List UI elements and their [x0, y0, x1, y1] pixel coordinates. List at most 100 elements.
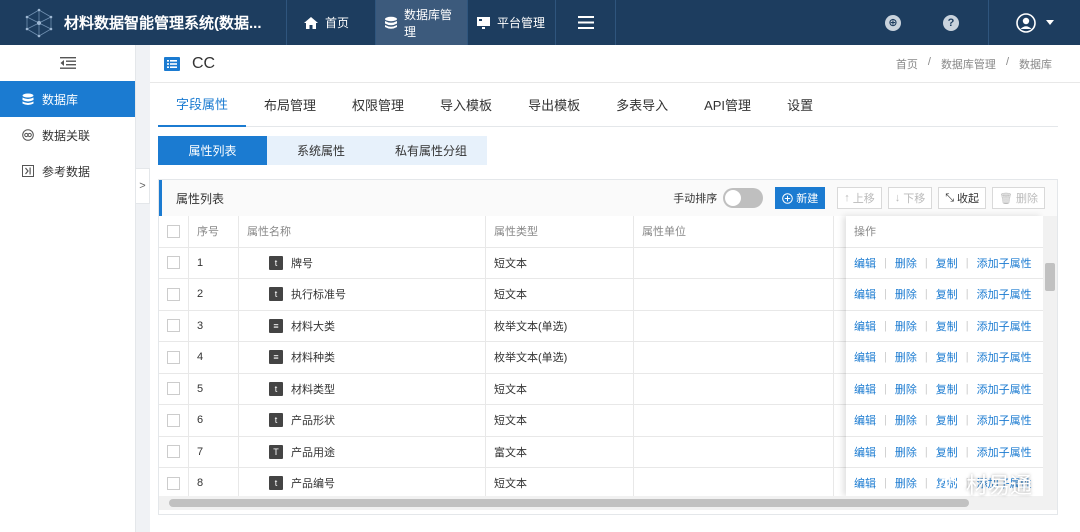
brand[interactable]: 材料数据智能管理系统(数据...	[0, 0, 287, 45]
edit-link[interactable]: 编辑	[854, 444, 876, 460]
delete-button[interactable]: 🗑︎ 删除	[992, 187, 1045, 209]
tab-export-template[interactable]: 导出模板	[510, 83, 598, 127]
row-name-cell: t 产品形状	[239, 405, 486, 436]
edit-link[interactable]: 编辑	[854, 381, 876, 397]
delete-link[interactable]: 删除	[895, 255, 917, 271]
row-unit	[634, 468, 834, 496]
move-up-button[interactable]: ↑ 上移	[837, 187, 882, 209]
row-checkbox[interactable]	[167, 413, 180, 427]
select-all-checkbox[interactable]	[167, 224, 180, 238]
copy-link[interactable]: 复制	[936, 444, 958, 460]
delete-link[interactable]: 删除	[895, 444, 917, 460]
field-type-icon: ≡	[269, 318, 283, 333]
new-button[interactable]: 新建	[775, 187, 826, 209]
move-down-button[interactable]: ↓ 下移	[887, 187, 933, 209]
tab-field-attributes[interactable]: 字段属性	[158, 83, 247, 127]
copy-link[interactable]: 复制	[936, 381, 958, 397]
col-header-name: 属性名称	[239, 216, 486, 247]
edit-link[interactable]: 编辑	[854, 349, 876, 365]
edit-link[interactable]: 编辑	[854, 412, 876, 428]
row-name: 执行标准号	[291, 289, 346, 302]
manual-sort-toggle[interactable]	[723, 188, 764, 208]
edit-link[interactable]: 编辑	[854, 286, 876, 302]
edit-link[interactable]: 编辑	[854, 255, 876, 271]
row-checkbox[interactable]	[167, 350, 180, 364]
row-checkbox[interactable]	[167, 382, 180, 396]
language-button[interactable]: ⊕	[864, 0, 922, 45]
row-seq: 4	[189, 342, 239, 373]
row-checkbox[interactable]	[167, 287, 180, 301]
tab-permission-management[interactable]: 权限管理	[334, 83, 422, 127]
row-checkbox[interactable]	[167, 256, 180, 270]
horizontal-scrollbar[interactable]	[159, 496, 1057, 510]
ops-separator: |	[965, 319, 969, 332]
ops-row: 编辑 | 删除 | 复制 | 添加子属性	[846, 374, 1043, 405]
subtab-system-attributes[interactable]: 系统属性	[267, 136, 375, 165]
collapse-arrows-icon: ⤡	[945, 191, 955, 204]
add-child-attribute-link[interactable]: 添加子属性	[977, 318, 1032, 334]
breadcrumb-database-management[interactable]: 数据库管理	[941, 56, 996, 72]
nav-platform-management[interactable]: 平台管理	[468, 0, 556, 45]
edit-link[interactable]: 编辑	[854, 475, 876, 491]
sidebar-item-data-link[interactable]: 数据关联	[0, 117, 135, 153]
row-select-cell	[159, 247, 189, 278]
add-child-attribute-link[interactable]: 添加子属性	[977, 381, 1032, 397]
row-name: 牌号	[291, 257, 313, 270]
add-child-attribute-link[interactable]: 添加子属性	[977, 286, 1032, 302]
link-icon	[22, 129, 34, 141]
help-button[interactable]: ?	[922, 0, 980, 45]
tab-layout-management[interactable]: 布局管理	[246, 83, 334, 127]
copy-link[interactable]: 复制	[936, 412, 958, 428]
edit-link[interactable]: 编辑	[854, 318, 876, 334]
subtab-attribute-list[interactable]: 属性列表	[158, 136, 267, 165]
ops-separator: |	[924, 351, 928, 364]
collapse-label: 收起	[957, 193, 980, 205]
add-child-attribute-link[interactable]: 添加子属性	[977, 444, 1032, 460]
subtab-private-groups[interactable]: 私有属性分组	[375, 136, 487, 165]
breadcrumb-current: 数据库	[1019, 58, 1052, 71]
user-menu[interactable]	[988, 0, 1080, 45]
sidebar-collapse-button[interactable]	[0, 45, 135, 81]
breadcrumb-home[interactable]: 首页	[896, 56, 918, 72]
row-select-cell	[159, 342, 189, 373]
delete-link[interactable]: 删除	[895, 286, 917, 302]
copy-link[interactable]: 复制	[936, 349, 958, 365]
add-child-attribute-link[interactable]: 添加子属性	[977, 255, 1032, 271]
copy-link[interactable]: 复制	[936, 255, 958, 271]
vertical-scrollbar[interactable]	[1043, 216, 1057, 496]
nav-home[interactable]: 首页	[287, 0, 376, 45]
sidebar-item-database[interactable]: 数据库	[0, 81, 135, 117]
watermark: 材易通	[928, 468, 1032, 500]
delete-link[interactable]: 删除	[895, 475, 917, 491]
field-type-icon: T	[269, 444, 283, 459]
row-checkbox[interactable]	[167, 445, 180, 459]
menu-toggle-button[interactable]	[556, 0, 616, 45]
add-child-attribute-link[interactable]: 添加子属性	[977, 412, 1032, 428]
collapse-button[interactable]: ⤡ 收起	[938, 187, 987, 209]
vertical-scroll-thumb[interactable]	[1045, 263, 1055, 291]
nav-database-management[interactable]: 数据库管理	[376, 0, 468, 45]
tab-api-management[interactable]: API管理	[686, 83, 769, 127]
tab-import-template[interactable]: 导入模板	[422, 83, 510, 127]
delete-link[interactable]: 删除	[895, 412, 917, 428]
toggle-knob	[725, 190, 742, 206]
delete-link[interactable]: 删除	[895, 381, 917, 397]
row-name: 产品编号	[291, 478, 335, 491]
add-child-attribute-link[interactable]: 添加子属性	[977, 349, 1032, 365]
tab-settings[interactable]: 设置	[769, 83, 831, 127]
row-unit	[634, 405, 834, 436]
horizontal-scroll-thumb[interactable]	[169, 499, 969, 507]
copy-link[interactable]: 复制	[936, 318, 958, 334]
row-checkbox[interactable]	[167, 319, 180, 333]
sidebar-expand-toggle[interactable]: >	[136, 168, 150, 204]
delete-link[interactable]: 删除	[895, 349, 917, 365]
ops-row: 编辑 | 删除 | 复制 | 添加子属性	[846, 311, 1043, 342]
app-title: 材料数据智能管理系统(数据...	[64, 15, 262, 32]
row-checkbox[interactable]	[167, 476, 180, 490]
row-unit	[634, 279, 834, 310]
new-button-label: 新建	[796, 193, 819, 205]
delete-link[interactable]: 删除	[895, 318, 917, 334]
tab-multi-table-import[interactable]: 多表导入	[598, 83, 686, 127]
copy-link[interactable]: 复制	[936, 286, 958, 302]
sidebar-item-reference-data[interactable]: 参考数据	[0, 153, 135, 189]
